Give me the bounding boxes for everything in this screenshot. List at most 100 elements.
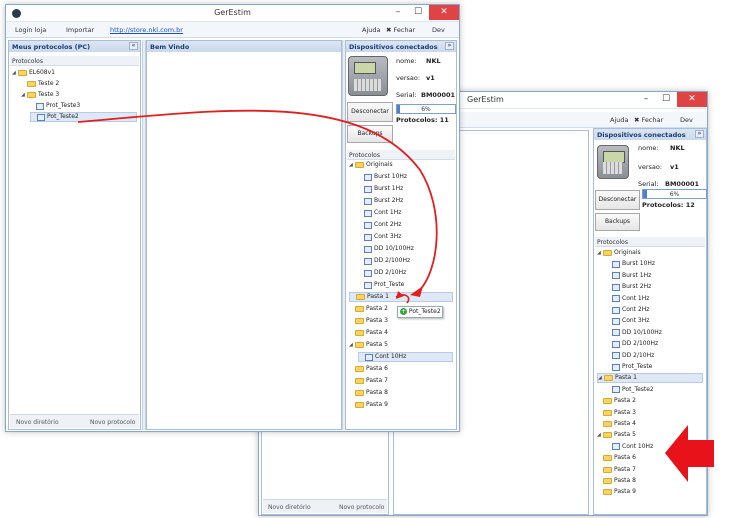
tree-folder-item[interactable]: Pasta 6 [349, 364, 453, 374]
expand-arrow-icon[interactable]: ◢ [598, 373, 602, 383]
version-label: versao: [638, 163, 663, 171]
tree-item-label: Pot_Teste2 [47, 113, 79, 120]
tree-folder-item[interactable]: ◢ Teste 3 [21, 90, 137, 100]
backups-button[interactable]: Backups [595, 213, 640, 231]
folder-icon [603, 432, 612, 439]
tree-folder-item[interactable]: Pasta 7 [349, 376, 453, 386]
tree-protocol-item[interactable]: DD 10/100Hz [606, 328, 703, 338]
tree-folder-item[interactable]: ◢ Pasta 5 [597, 430, 703, 440]
tree-folder-item[interactable]: Pasta 7 [597, 465, 703, 475]
tree-protocol-item[interactable]: DD 2/100Hz [358, 256, 453, 266]
backups-button[interactable]: Backups [347, 125, 393, 143]
tree-folder-item[interactable]: Pasta 9 [349, 400, 453, 410]
minimize-icon[interactable]: – [387, 5, 409, 20]
tree-protocol-item[interactable]: Burst 2Hz [606, 282, 703, 292]
tree-folder-item[interactable]: Teste 2 [21, 79, 137, 89]
expand-arrow-icon[interactable]: ◢ [12, 68, 16, 78]
tree-item-label: Pasta 5 [366, 341, 388, 348]
tree-protocol-item[interactable]: Cont 3Hz [358, 232, 453, 242]
expand-arrow-icon[interactable]: ◢ [349, 340, 353, 350]
tree-protocol-item[interactable]: DD 2/100Hz [606, 339, 703, 349]
tree-protocol-item[interactable]: Prot_Teste [606, 362, 703, 372]
tree-protocol-item[interactable]: Cont 1Hz [358, 208, 453, 218]
tree-protocol-item[interactable]: DD 2/10Hz [606, 351, 703, 361]
tree-folder-item[interactable]: ◢ Pasta 5 [349, 340, 453, 350]
protocol-icon [364, 245, 372, 253]
tree-protocol-item[interactable]: DD 2/10Hz [358, 268, 453, 278]
menu-bar: Login loja Importar http://store.nkl.com… [6, 22, 459, 38]
tree-item-label: Burst 2Hz [374, 197, 404, 204]
folder-icon [603, 455, 612, 462]
expand-button[interactable]: » [445, 42, 454, 50]
tree-protocol-item[interactable]: Cont 10Hz [358, 352, 453, 362]
expand-arrow-icon[interactable]: ◢ [21, 90, 25, 100]
tree-protocol-item[interactable]: Cont 1Hz [606, 294, 703, 304]
tree-folder-item[interactable]: Pasta 9 [597, 487, 703, 497]
disconnect-button[interactable]: Desconectar [595, 190, 640, 210]
tree-protocol-item[interactable]: Burst 10Hz [606, 259, 703, 269]
disconnect-button[interactable]: Desconectar [347, 102, 393, 122]
close-icon[interactable]: ✕ [429, 5, 459, 20]
tree-folder-item[interactable]: ◢ EL608v1 [12, 68, 137, 78]
menu-import[interactable]: Importar [66, 26, 94, 34]
expand-button[interactable]: » [695, 130, 704, 138]
tree-folder-item[interactable]: Pasta 6 [597, 453, 703, 463]
tree-protocol-item[interactable]: DD 10/100Hz [358, 244, 453, 254]
expand-arrow-icon[interactable]: ◢ [597, 430, 601, 440]
tree-protocol-item[interactable]: Pot_Teste2 [30, 112, 137, 122]
maximize-icon[interactable]: ☐ [407, 5, 429, 20]
tree-folder-item[interactable]: ◢ Originais [597, 248, 703, 258]
title-bar: GerEstim – ☐ ✕ [6, 5, 459, 22]
minimize-icon[interactable]: – [635, 92, 657, 107]
menu-close[interactable]: ✖ Fechar [386, 26, 415, 34]
new-directory-button[interactable]: Novo diretório [268, 504, 311, 511]
expand-arrow-icon[interactable]: ◢ [349, 160, 353, 170]
tree-protocol-item[interactable]: Cont 10Hz [606, 442, 703, 452]
tree-protocol-item[interactable]: Prot_Teste [358, 280, 453, 290]
tree-protocol-item[interactable]: Cont 3Hz [606, 316, 703, 326]
panel-title: Bem Vindo [147, 41, 341, 52]
serial-value: BM00001 [421, 91, 456, 99]
collapse-button[interactable]: « [129, 42, 138, 50]
tree-folder-item[interactable]: Pasta 4 [597, 419, 703, 429]
tree-item-label: Burst 10Hz [374, 173, 408, 180]
tree-protocol-item[interactable]: Cont 2Hz [358, 220, 453, 230]
menu-login[interactable]: Login loja [15, 26, 46, 34]
tree-protocol-item[interactable]: Burst 2Hz [358, 196, 453, 206]
tree-protocol-item[interactable]: Cont 2Hz [606, 305, 703, 315]
menu-dev[interactable]: Dev [680, 116, 693, 124]
tree-item-label: Cont 2Hz [374, 221, 402, 228]
menu-help[interactable]: Ajuda [362, 26, 380, 34]
new-protocol-button[interactable]: Novo protocolo [339, 504, 384, 511]
tree-folder-item[interactable]: Pasta 8 [597, 476, 703, 486]
tree-protocol-item[interactable]: Burst 1Hz [606, 271, 703, 281]
tree-folder-item[interactable]: Pasta 3 [597, 408, 703, 418]
tree-folder-item[interactable]: Pasta 8 [349, 388, 453, 398]
tree-protocol-item[interactable]: Burst 10Hz [358, 172, 453, 182]
progress-bar: 6% [396, 104, 456, 114]
tree-folder-item[interactable]: Pasta 2 [597, 396, 703, 406]
menu-close[interactable]: ✖ Fechar [634, 116, 663, 124]
tree-folder-item[interactable]: Pasta 4 [349, 328, 453, 338]
menu-help[interactable]: Ajuda [610, 116, 628, 124]
tree-item-label: Pasta 6 [366, 365, 388, 372]
store-link[interactable]: http://store.nkl.com.br [110, 26, 183, 34]
tree-protocol-item[interactable]: Burst 1Hz [358, 184, 453, 194]
tree-protocol-item[interactable]: Pot_Teste2 [606, 385, 703, 395]
new-directory-button[interactable]: Novo diretório [16, 419, 59, 426]
expand-arrow-icon[interactable]: ◢ [597, 248, 601, 258]
tree-folder-item[interactable]: ◢ Pasta 1 [597, 373, 703, 384]
menu-dev[interactable]: Dev [432, 26, 445, 34]
folder-icon [355, 342, 364, 348]
new-protocol-button[interactable]: Novo protocolo [90, 419, 135, 426]
folder-icon [355, 390, 364, 396]
tree-protocol-item[interactable]: Prot_Teste3 [30, 101, 137, 111]
protocol-icon [612, 443, 620, 451]
protocol-icon [612, 386, 620, 394]
folder-icon [603, 398, 612, 405]
maximize-icon[interactable]: ☐ [655, 92, 677, 107]
close-icon[interactable]: ✕ [677, 92, 707, 107]
tree-folder-item[interactable]: ◢ Originais [349, 160, 453, 170]
tree-item-label: Pasta 8 [614, 477, 636, 484]
tree-folder-item[interactable]: Pasta 1 [349, 292, 453, 302]
